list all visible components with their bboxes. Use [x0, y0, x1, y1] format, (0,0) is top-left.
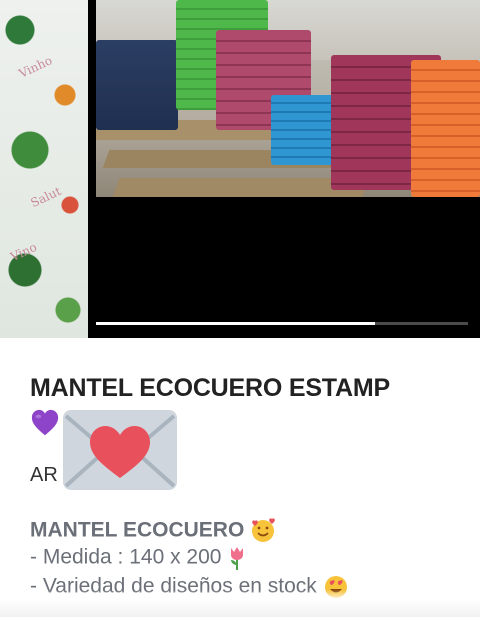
post-content: MANTEL ECOCUERO ESTAMP AR MANTEL ECOCUER… [0, 338, 480, 617]
navy-tablecloth-stack [96, 40, 178, 130]
video-black-area [96, 197, 480, 338]
print-text: Salut [28, 183, 64, 211]
gallery-progress-bar[interactable] [96, 322, 468, 325]
love-letter-envelope-icon [63, 410, 177, 490]
post-title: MANTEL ECOCUERO ESTAMP [30, 374, 390, 402]
print-text: Vinho [16, 53, 55, 81]
product-image-gallery[interactable]: Vinho Salut Vino [0, 0, 480, 338]
section-title: MANTEL ECOCUERO [30, 518, 276, 544]
print-text: Vino [8, 239, 39, 265]
smiling-face-with-hearts-icon [252, 518, 276, 542]
scroll-fade-overlay [0, 590, 480, 617]
gallery-progress-fill [96, 322, 375, 325]
purple-heart-icon [31, 409, 59, 436]
stacked-tablecloths-photo[interactable] [96, 0, 480, 197]
orange-tablecloth-stack [411, 60, 480, 197]
bullet-text: - Medida : 140 x 200 [30, 545, 222, 569]
tulip-icon [231, 547, 244, 570]
country-prefix: AR [30, 464, 58, 486]
section-title-text: MANTEL ECOCUERO [30, 518, 245, 542]
tablecloth-print-photo[interactable]: Vinho Salut Vino [0, 0, 88, 338]
bullet-measure: - Medida : 140 x 200 [30, 545, 247, 571]
